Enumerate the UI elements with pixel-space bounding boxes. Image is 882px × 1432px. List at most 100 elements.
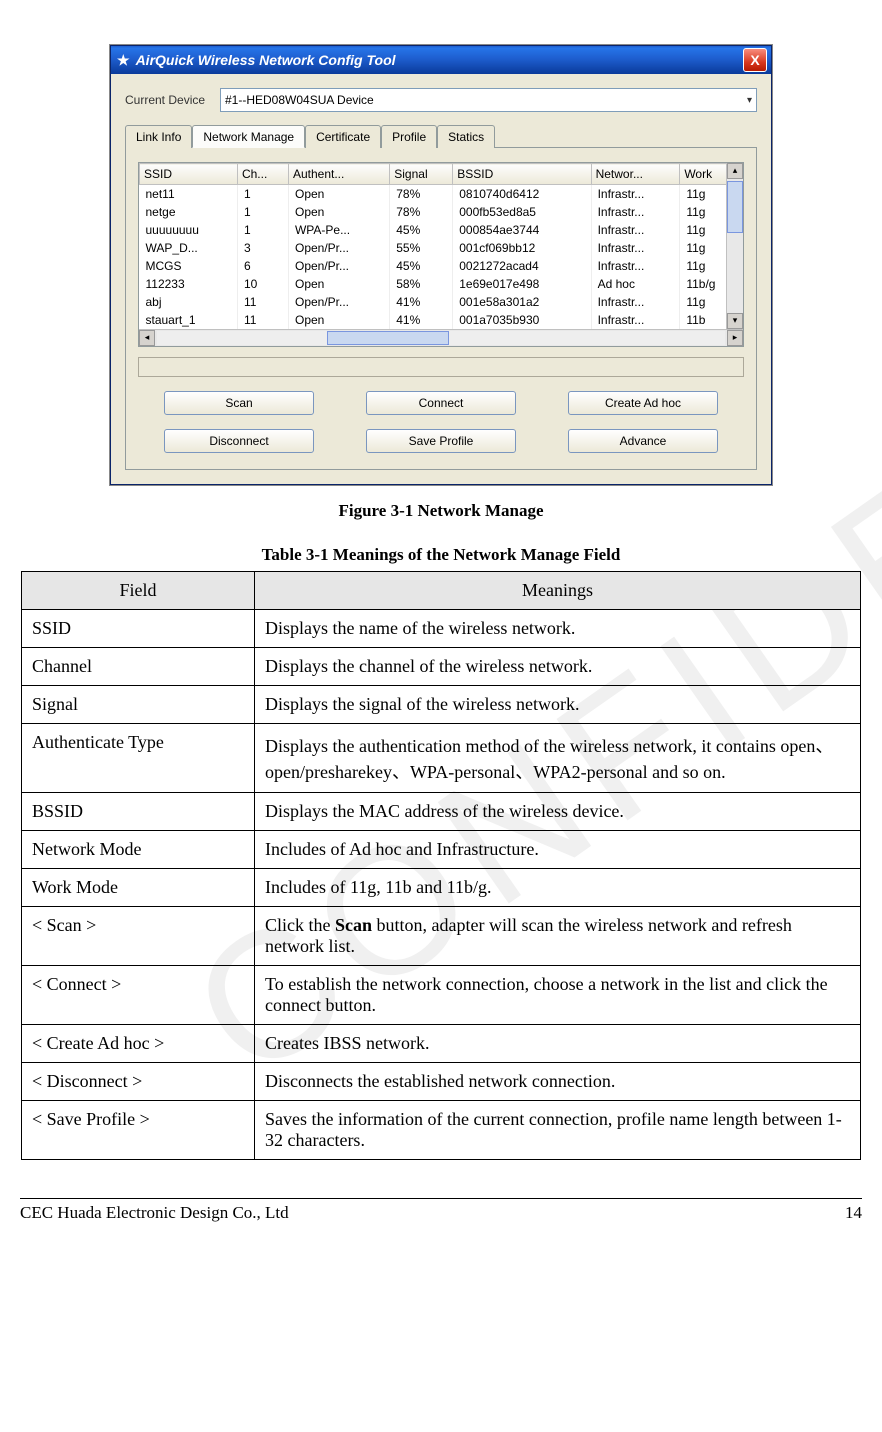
cell-ssid: abj [140, 293, 238, 311]
cell-signal: 58% [390, 275, 453, 293]
field-name: < Scan > [22, 907, 255, 966]
cell-bssid: 001a7035b930 [453, 311, 591, 329]
field-meaning: Saves the information of the current con… [255, 1101, 861, 1160]
cell-auth: Open [288, 275, 389, 293]
scroll-up-icon[interactable]: ▴ [727, 163, 743, 179]
cell-signal: 41% [390, 311, 453, 329]
create-ad-hoc-button[interactable]: Create Ad hoc [568, 391, 718, 415]
cell-auth: Open [288, 311, 389, 329]
doc-table-row: < Save Profile >Saves the information of… [22, 1101, 861, 1160]
cell-signal: 41% [390, 293, 453, 311]
cell-ssid: WAP_D... [140, 239, 238, 257]
cell-ch: 10 [237, 275, 288, 293]
scroll-left-icon[interactable]: ◂ [139, 330, 155, 346]
current-device-dropdown[interactable]: #1--HED08W04SUA Device ▾ [220, 88, 757, 112]
cell-ssid: stauart_1 [140, 311, 238, 329]
cell-ch: 6 [237, 257, 288, 275]
field-name: SSID [22, 610, 255, 648]
column-header[interactable]: Signal [390, 164, 453, 185]
advance-button[interactable]: Advance [568, 429, 718, 453]
cell-net: Ad hoc [591, 275, 680, 293]
vertical-scrollbar[interactable]: ▴ ▾ [726, 163, 743, 329]
cell-signal: 55% [390, 239, 453, 257]
cell-signal: 78% [390, 185, 453, 204]
column-header[interactable]: BSSID [453, 164, 591, 185]
column-header[interactable]: Ch... [237, 164, 288, 185]
cell-net: Infrastr... [591, 203, 680, 221]
button-row-2: Disconnect Save Profile Advance [138, 429, 744, 453]
meanings-table: FieldMeaningsSSIDDisplays the name of th… [21, 571, 861, 1160]
network-list[interactable]: SSIDCh...Authent...SignalBSSIDNetwor... W… [138, 162, 744, 347]
cell-ch: 1 [237, 221, 288, 239]
cell-auth: Open [288, 185, 389, 204]
column-header[interactable]: SSID [140, 164, 238, 185]
hscroll-thumb[interactable] [327, 331, 449, 345]
doc-table-row: < Scan >Click the Scan button, adapter w… [22, 907, 861, 966]
button-row-1: Scan Connect Create Ad hoc [138, 391, 744, 415]
cell-signal: 45% [390, 221, 453, 239]
figure-caption: Figure 3-1 Network Manage [20, 501, 862, 521]
cell-auth: WPA-Pe... [288, 221, 389, 239]
scroll-thumb[interactable] [727, 181, 743, 233]
cell-net: Infrastr... [591, 221, 680, 239]
tab-link-info[interactable]: Link Info [125, 125, 192, 148]
field-name: < Disconnect > [22, 1063, 255, 1101]
doc-table-row: < Disconnect >Disconnects the establishe… [22, 1063, 861, 1101]
tab-profile[interactable]: Profile [381, 125, 437, 148]
doc-table-row: Network ModeIncludes of Ad hoc and Infra… [22, 831, 861, 869]
cell-ch: 3 [237, 239, 288, 257]
field-name: Work Mode [22, 869, 255, 907]
disconnect-button[interactable]: Disconnect [164, 429, 314, 453]
close-button[interactable]: X [743, 48, 767, 72]
table-row[interactable]: stauart_111Open41%001a7035b930Infrastr..… [140, 311, 743, 329]
scan-button[interactable]: Scan [164, 391, 314, 415]
column-header[interactable]: Networ... [591, 164, 680, 185]
field-name: Authenticate Type [22, 724, 255, 793]
tab-network-manage[interactable]: Network Manage [192, 125, 305, 148]
scroll-right-icon[interactable]: ▸ [727, 330, 743, 346]
field-meaning: Displays the MAC address of the wireless… [255, 793, 861, 831]
field-meaning: Displays the signal of the wireless netw… [255, 686, 861, 724]
cell-ssid: net11 [140, 185, 238, 204]
scroll-down-icon[interactable]: ▾ [727, 313, 743, 329]
connect-button[interactable]: Connect [366, 391, 516, 415]
cell-bssid: 0021272acad4 [453, 257, 591, 275]
tab-panel: SSIDCh...Authent...SignalBSSIDNetwor... W… [125, 147, 757, 470]
status-bar [138, 357, 744, 377]
table-row[interactable]: abj11Open/Pr...41%001e58a301a2Infrastr..… [140, 293, 743, 311]
tab-certificate[interactable]: Certificate [305, 125, 381, 148]
cell-signal: 45% [390, 257, 453, 275]
cell-bssid: 0810740d6412 [453, 185, 591, 204]
save-profile-button[interactable]: Save Profile [366, 429, 516, 453]
table-row[interactable]: net111Open78%0810740d6412Infrastr...11g [140, 185, 743, 204]
tab-statics[interactable]: Statics [437, 125, 495, 148]
page-footer: CEC Huada Electronic Design Co., Ltd 14 [20, 1198, 862, 1223]
table-row[interactable]: netge1Open78%000fb53ed8a5Infrastr...11g [140, 203, 743, 221]
horizontal-scrollbar[interactable]: ◂ ▸ [139, 329, 743, 346]
field-name: < Create Ad hoc > [22, 1025, 255, 1063]
table-row[interactable]: uuuuuuuu1WPA-Pe...45%000854ae3744Infrast… [140, 221, 743, 239]
table-row[interactable]: WAP_D...3Open/Pr...55%001cf069bb12Infras… [140, 239, 743, 257]
table-row[interactable]: MCGS6Open/Pr...45%0021272acad4Infrastr..… [140, 257, 743, 275]
cell-net: Infrastr... [591, 239, 680, 257]
chevron-down-icon: ▾ [747, 95, 752, 106]
table-caption: Table 3-1 Meanings of the Network Manage… [20, 545, 862, 565]
cell-bssid: 001cf069bb12 [453, 239, 591, 257]
cell-ssid: MCGS [140, 257, 238, 275]
cell-net: Infrastr... [591, 257, 680, 275]
field-name: < Save Profile > [22, 1101, 255, 1160]
field-meaning: Creates IBSS network. [255, 1025, 861, 1063]
field-name: BSSID [22, 793, 255, 831]
cell-auth: Open [288, 203, 389, 221]
table-row[interactable]: 11223310Open58%1e69e017e498Ad hoc11b/g [140, 275, 743, 293]
field-meaning: Displays the channel of the wireless net… [255, 648, 861, 686]
cell-auth: Open/Pr... [288, 239, 389, 257]
column-header[interactable]: Authent... [288, 164, 389, 185]
cell-bssid: 001e58a301a2 [453, 293, 591, 311]
field-meaning: Includes of Ad hoc and Infrastructure. [255, 831, 861, 869]
cell-auth: Open/Pr... [288, 257, 389, 275]
cell-ch: 11 [237, 293, 288, 311]
cell-net: Infrastr... [591, 185, 680, 204]
field-meaning: Disconnects the established network conn… [255, 1063, 861, 1101]
field-name: Network Mode [22, 831, 255, 869]
